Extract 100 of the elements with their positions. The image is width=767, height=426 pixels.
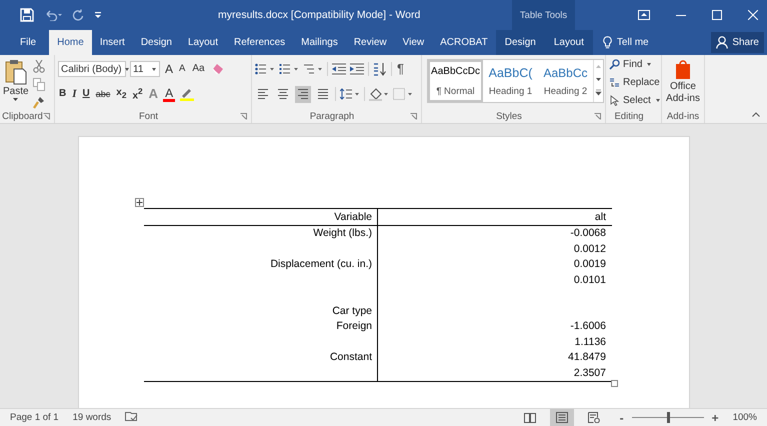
office-add-ins-button[interactable]: Office Add-ins bbox=[665, 59, 701, 105]
font-format-button[interactable]: x$_{2}$ bbox=[115, 86, 128, 102]
font-format-button[interactable]: x$^{2}$ bbox=[131, 84, 144, 104]
share-label: Share bbox=[732, 37, 759, 48]
undo-icon[interactable] bbox=[44, 9, 62, 21]
table-cell: 0.0019 bbox=[574, 258, 606, 270]
ribbon-tab[interactable]: Layout bbox=[180, 30, 226, 55]
ribbon-tab[interactable]: Insert bbox=[92, 30, 133, 55]
ribbon-tab[interactable]: References bbox=[226, 30, 294, 55]
ribbon-tab[interactable]: Mailings bbox=[293, 30, 346, 55]
collapse-ribbon-icon[interactable] bbox=[752, 112, 760, 117]
table-cell: 2.3507 bbox=[574, 366, 606, 379]
show-formatting-button[interactable]: ¶ bbox=[396, 62, 405, 76]
font-format-button[interactable]: A bbox=[163, 86, 176, 102]
table-cell: Displacement (cu. in.) bbox=[270, 258, 372, 270]
table-cell: Car type bbox=[332, 304, 372, 317]
shading-icon[interactable] bbox=[369, 88, 389, 100]
book-icon bbox=[524, 412, 536, 423]
style-item[interactable]: AaBbC( Heading 1 bbox=[483, 60, 538, 102]
ribbon-tab[interactable]: File bbox=[0, 30, 50, 55]
format-painter-icon[interactable] bbox=[32, 96, 45, 109]
ribbon-tab[interactable]: View bbox=[394, 30, 432, 55]
column-header: Variable bbox=[334, 210, 372, 223]
paste-button[interactable]: Paste bbox=[3, 59, 29, 101]
find-button[interactable]: Find bbox=[609, 56, 652, 72]
dialog-launcher-icon[interactable] bbox=[410, 113, 417, 120]
font-format-button[interactable]: abc bbox=[94, 87, 112, 101]
style-item[interactable]: AaBbCc Heading 2 bbox=[538, 60, 593, 102]
dialog-launcher-icon[interactable] bbox=[240, 113, 247, 120]
replace-button[interactable]: Replace bbox=[609, 74, 660, 90]
table-cell: Weight (lbs.) bbox=[313, 227, 372, 240]
zoom-in-button[interactable]: + bbox=[712, 410, 719, 424]
table-cell: Foreign bbox=[336, 320, 372, 332]
lightbulb-icon bbox=[602, 36, 612, 49]
numbering-icon[interactable] bbox=[279, 63, 299, 75]
line-spacing-icon[interactable] bbox=[340, 88, 360, 100]
table-move-handle-icon[interactable] bbox=[135, 198, 144, 207]
pointer-icon bbox=[609, 94, 620, 106]
table-cell: 1.1136 bbox=[574, 336, 606, 348]
ribbon-tab[interactable]: Home bbox=[49, 30, 92, 55]
multilevel-list-icon[interactable] bbox=[303, 63, 323, 75]
view-button[interactable] bbox=[550, 409, 574, 426]
column-header: alt bbox=[594, 210, 606, 223]
align-button[interactable] bbox=[295, 86, 311, 102]
search-icon bbox=[609, 58, 620, 70]
font-format-button[interactable]: U bbox=[82, 87, 91, 101]
close-icon[interactable] bbox=[748, 10, 758, 20]
font-name-field[interactable]: Calibri (Body) bbox=[58, 61, 126, 77]
share-button[interactable]: Share bbox=[711, 32, 764, 53]
replace-icon bbox=[609, 76, 620, 88]
window-title: myresults.docx [Compatibility Mode] - Word bbox=[218, 9, 420, 21]
page-count[interactable]: Page 1 of 1 bbox=[10, 412, 59, 423]
font-tool-button[interactable]: Aa bbox=[190, 62, 207, 76]
select-button[interactable]: Select bbox=[609, 92, 660, 108]
save-icon[interactable] bbox=[20, 8, 34, 22]
maximize-icon[interactable] bbox=[712, 10, 722, 20]
highlighter-icon[interactable] bbox=[179, 88, 196, 100]
style-item[interactable]: AaBbCcDc ¶ Normal bbox=[428, 60, 483, 102]
proofing-icon[interactable] bbox=[125, 412, 138, 423]
font-tool-button[interactable]: A bbox=[164, 62, 174, 76]
bullets-icon[interactable] bbox=[255, 63, 275, 75]
dialog-launcher-icon[interactable] bbox=[43, 113, 50, 120]
web-page-icon bbox=[588, 412, 600, 423]
table-cell: Constant bbox=[330, 351, 372, 364]
person-icon bbox=[716, 36, 728, 49]
group-label: Clipboard bbox=[2, 111, 43, 122]
clipboard-icon bbox=[4, 59, 27, 85]
font-format-button[interactable]: I bbox=[71, 87, 78, 101]
page-icon bbox=[556, 412, 568, 423]
ribbon-tab[interactable]: Review bbox=[346, 30, 395, 55]
table-cell: -0.0068 bbox=[570, 227, 606, 240]
group-label: Font bbox=[138, 111, 158, 122]
scissors-icon[interactable] bbox=[32, 60, 45, 73]
ribbon-tab[interactable]: ACROBAT bbox=[432, 30, 496, 55]
table-cell: 0.0101 bbox=[574, 274, 606, 286]
font-format-button[interactable]: B bbox=[58, 87, 68, 101]
ribbon-tab[interactable]: Design bbox=[132, 30, 180, 55]
customize-caret-icon[interactable] bbox=[94, 11, 102, 19]
ribbon-display-icon[interactable] bbox=[638, 10, 650, 20]
group-label: Paragraph bbox=[310, 111, 354, 122]
group-label: Styles bbox=[496, 111, 522, 122]
group-label: Add-ins bbox=[666, 111, 700, 122]
sort-icon[interactable] bbox=[373, 62, 387, 76]
decrease-indent-icon[interactable] bbox=[332, 63, 346, 75]
increase-indent-icon[interactable] bbox=[350, 63, 364, 75]
ribbon-tab[interactable]: Layout bbox=[544, 30, 593, 55]
shopping-bag-icon bbox=[674, 59, 692, 79]
table-resize-handle[interactable] bbox=[611, 380, 618, 386]
ribbon-tab[interactable]: Design bbox=[496, 30, 545, 55]
font-size-field[interactable]: 11 bbox=[130, 61, 160, 77]
tell-me-button[interactable]: Tell me bbox=[602, 30, 649, 55]
redo-icon[interactable] bbox=[72, 9, 84, 21]
word-count[interactable]: 19 words bbox=[72, 412, 112, 423]
dialog-launcher-icon[interactable] bbox=[594, 113, 601, 120]
zoom-percent[interactable]: 100% bbox=[732, 412, 757, 423]
context-title: Table Tools bbox=[512, 0, 575, 30]
zoom-out-button[interactable]: - bbox=[620, 410, 624, 424]
caret-icon bbox=[13, 98, 18, 101]
eraser-icon[interactable] bbox=[210, 63, 224, 75]
font-tool-button[interactable]: A bbox=[178, 62, 186, 76]
